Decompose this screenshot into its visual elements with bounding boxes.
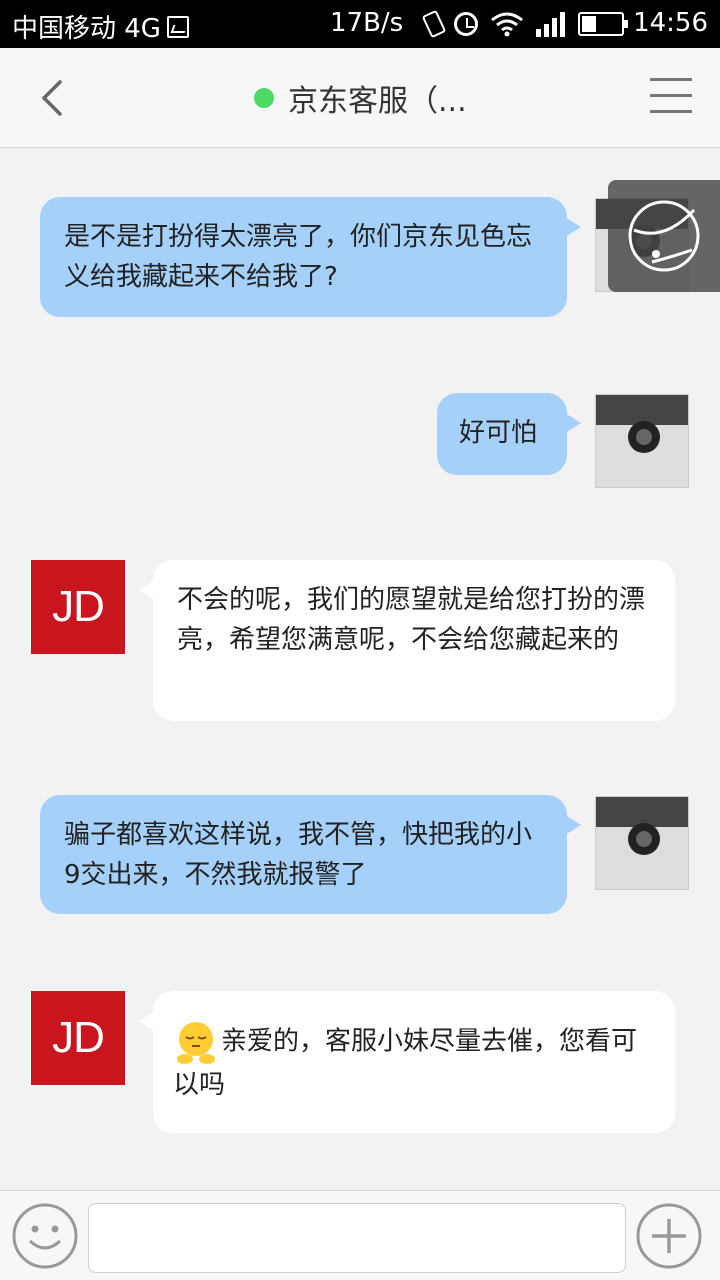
carrier-text: 中国移动 4G [12, 14, 161, 44]
floating-ball-icon[interactable] [608, 180, 720, 292]
chat-title: 京东客服（... [254, 78, 467, 119]
online-status-dot [254, 88, 274, 108]
jd-avatar-label: JD [52, 582, 105, 631]
network-speed: 17B/s [330, 8, 404, 38]
shy-emoji-icon [177, 1022, 215, 1064]
status-icons [420, 9, 628, 39]
message-text: 亲爱的，客服小妹尽量去催，您看可以吗 [173, 1026, 638, 1101]
jd-avatar-label: JD [52, 1013, 105, 1062]
wifi-icon [491, 12, 523, 37]
message-bubble-incoming[interactable]: 亲爱的，客服小妹尽量去催，您看可以吗 [139, 991, 675, 1133]
message-bubble-incoming[interactable]: 不会的呢，我们的愿望就是给您打扮的漂亮，希望您满意呢，不会给您藏起来的 [139, 560, 675, 721]
image-notification-icon [166, 15, 189, 38]
message-text: 是不是打扮得太漂亮了，你们京东见色忘义给我藏起来不给我了? [64, 222, 533, 292]
message-bubble-outgoing[interactable]: 好可怕 [437, 393, 581, 475]
camera-user-photo [596, 797, 688, 889]
back-arrow-icon[interactable] [32, 78, 72, 118]
status-bar: 中国移动 4G 17B/s 14:56 [0, 0, 720, 48]
jd-avatar[interactable]: JD [31, 991, 125, 1085]
signal-icon [536, 11, 566, 37]
user-avatar[interactable] [595, 796, 689, 890]
message-text: 不会的呢，我们的愿望就是给您打扮的漂亮，希望您满意呢，不会给您藏起来的 [177, 585, 646, 655]
message-bubble-outgoing[interactable]: 是不是打扮得太漂亮了，你们京东见色忘义给我藏起来不给我了? [40, 197, 581, 317]
chat-title-text: 京东客服（... [288, 84, 467, 119]
user-avatar[interactable] [595, 394, 689, 488]
message-bubble-outgoing[interactable]: 骗子都喜欢这样说，我不管，快把我的小9交出来，不然我就报警了 [40, 795, 581, 914]
vibrate-icon [421, 9, 447, 39]
carrier-group: 中国移动 4G [12, 8, 189, 45]
camera-user-photo [596, 395, 688, 487]
input-bar [0, 1190, 720, 1280]
message-input[interactable] [88, 1203, 626, 1273]
message-text: 骗子都喜欢这样说，我不管，快把我的小9交出来，不然我就报警了 [64, 820, 533, 890]
plus-icon[interactable] [636, 1203, 702, 1269]
menu-icon[interactable] [650, 78, 692, 116]
message-text: 好可怕 [459, 418, 538, 448]
alarm-icon [454, 12, 478, 36]
title-bar: 京东客服（... [0, 48, 720, 148]
jd-avatar[interactable]: JD [31, 560, 125, 654]
emoji-icon[interactable] [12, 1203, 78, 1269]
clock: 14:56 [633, 8, 708, 38]
battery-icon [578, 12, 628, 36]
